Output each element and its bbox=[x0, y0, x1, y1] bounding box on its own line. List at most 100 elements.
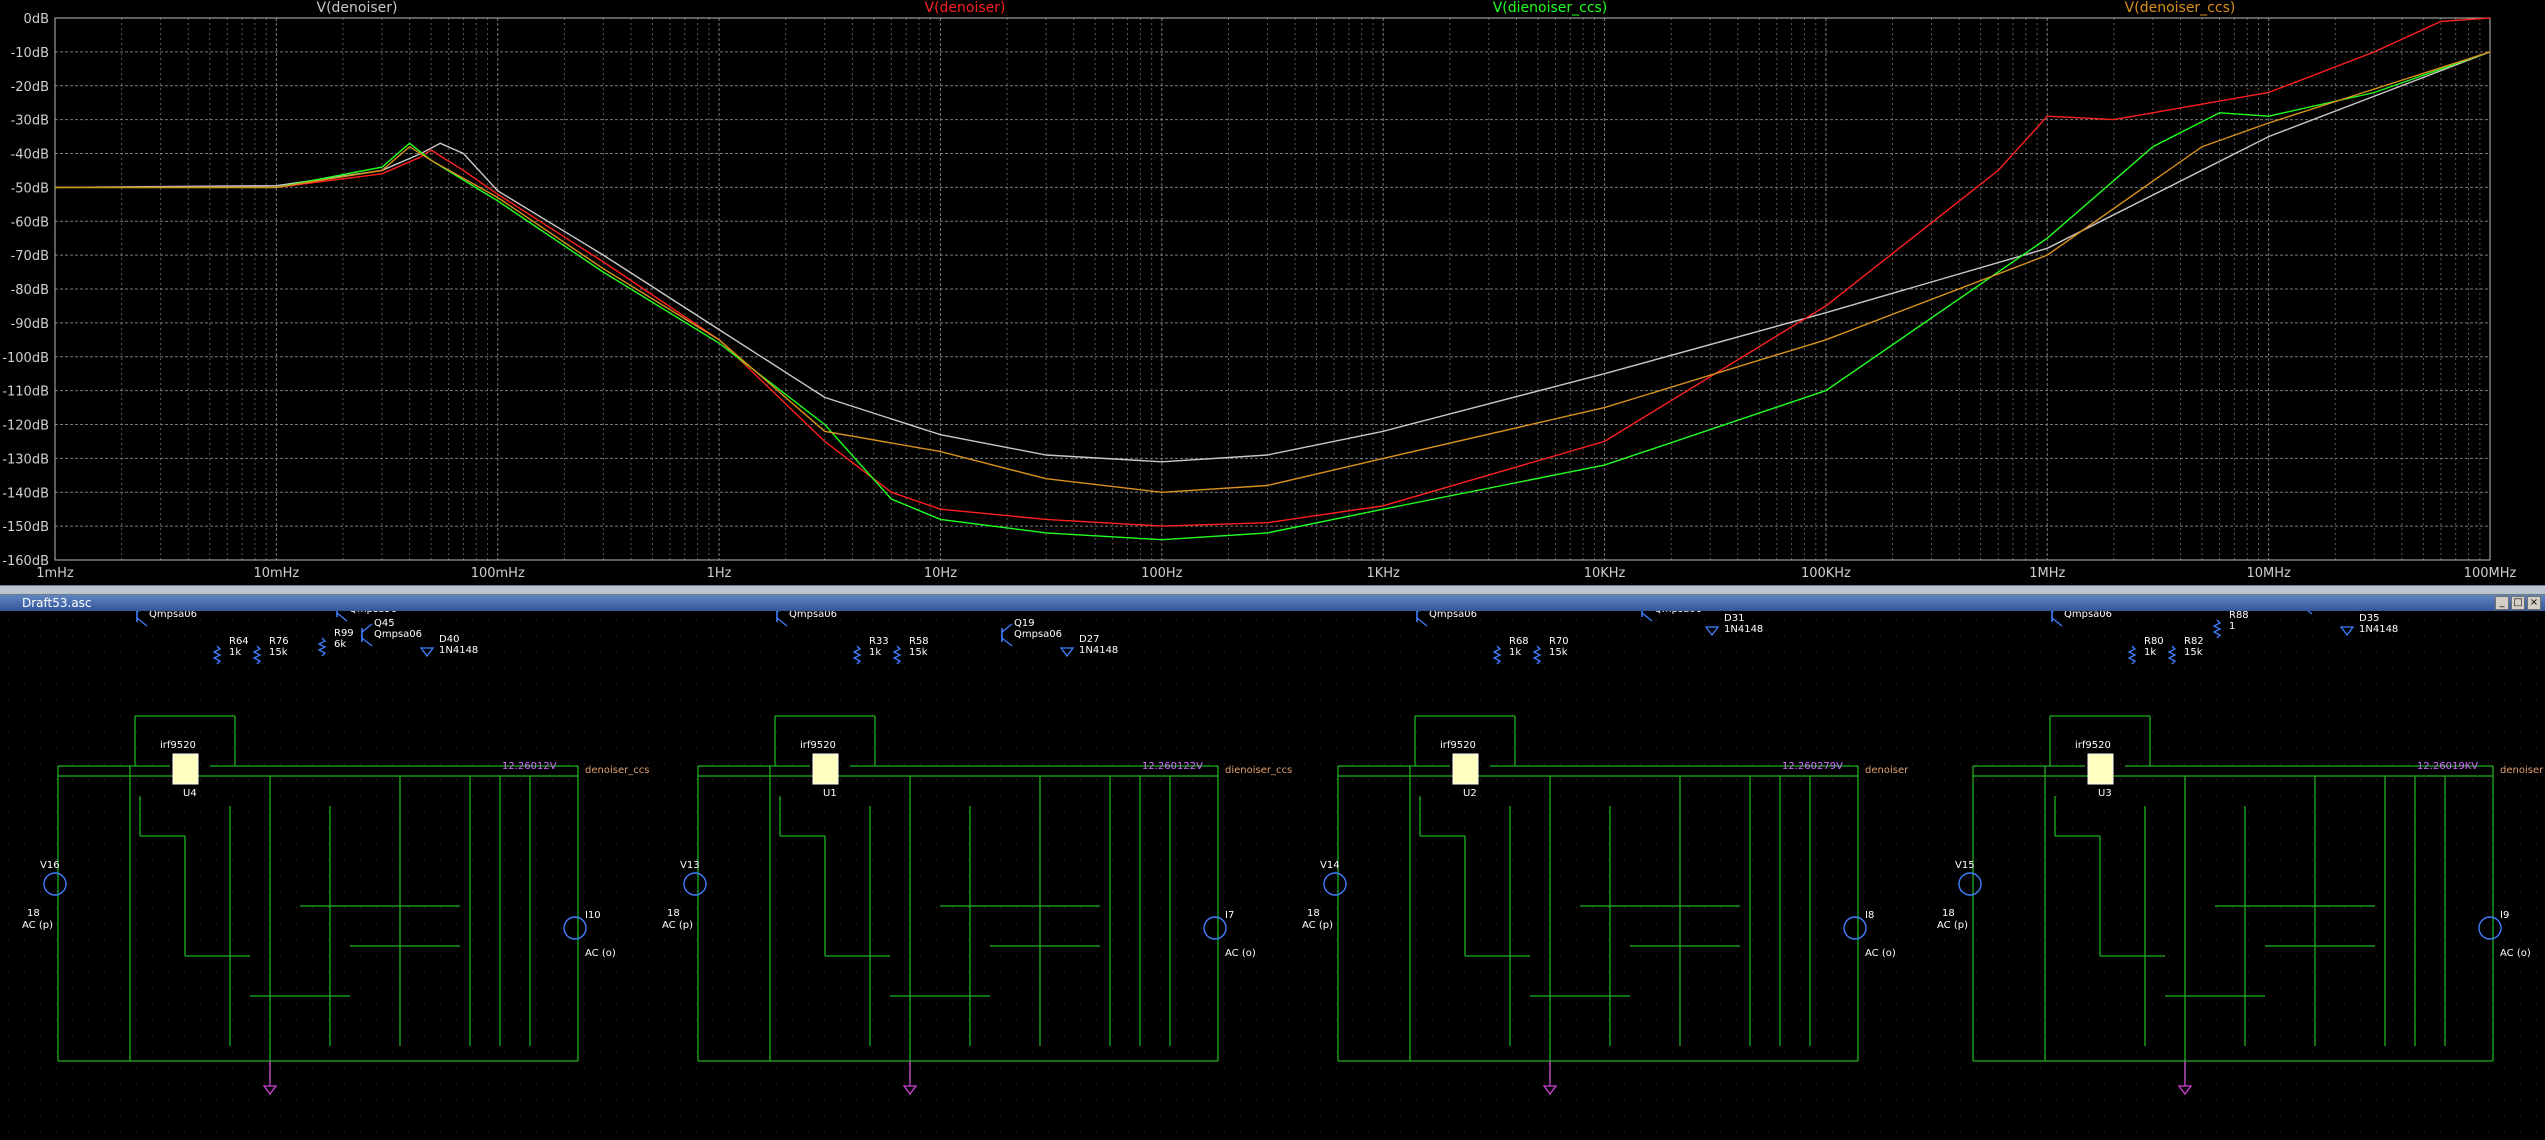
part-Q45[interactable]: Q45Qmpsa06 bbox=[361, 618, 422, 647]
y-tick-label: 0dB bbox=[24, 12, 49, 27]
circuit-4[interactable]: irf9520 U3 V15 18AC (p) I9 AC (o) 12.26019KV de… bbox=[1937, 611, 2544, 1096]
fet-label: irf9520 bbox=[160, 740, 196, 751]
part-R76[interactable]: R7615k bbox=[252, 636, 289, 665]
y-tick-label: -70dB bbox=[11, 249, 49, 264]
x-tick-label: 100KHz bbox=[1801, 566, 1851, 581]
part-Q37[interactable]: Q37Qmpsa06 bbox=[136, 611, 197, 627]
part-ref: R88 bbox=[2229, 611, 2249, 621]
bode-plot[interactable]: 1mHz 10mHz 100mHz 1Hz 10Hz 100Hz 1KHz 10KHz 100K… bbox=[0, 0, 2545, 585]
part-ref: R68 bbox=[1509, 636, 1529, 647]
diode-icon bbox=[1059, 647, 1075, 658]
part-Q19[interactable]: Q19Qmpsa06 bbox=[1001, 618, 1062, 647]
x-tick-label: 10mHz bbox=[253, 566, 299, 581]
voltage-source-icon[interactable] bbox=[683, 872, 707, 896]
part-value: Qmpsa06 bbox=[1429, 611, 1477, 620]
y-tick-label: -90dB bbox=[11, 317, 49, 332]
source-ref: V16 bbox=[40, 860, 60, 871]
current-source-icon[interactable] bbox=[1203, 916, 1227, 940]
voltage-source-icon[interactable] bbox=[1323, 872, 1347, 896]
part-Q42[interactable]: Q42Qmpsa06 bbox=[2051, 611, 2112, 627]
fet-label: irf9520 bbox=[2075, 740, 2111, 751]
source-ac: AC (p) bbox=[1302, 920, 1333, 931]
part-R80[interactable]: R801k bbox=[2127, 636, 2164, 665]
voltage-source-icon[interactable] bbox=[1958, 872, 1982, 896]
part-ref: R64 bbox=[229, 636, 249, 647]
minimize-button[interactable]: _ bbox=[2495, 596, 2509, 610]
schematic-titlebar[interactable]: Draft53.asc _ □ × bbox=[0, 595, 2545, 611]
part-value: 1k bbox=[1509, 647, 1521, 658]
part-value: 1k bbox=[869, 647, 881, 658]
y-tick-label: -80dB bbox=[11, 283, 49, 298]
close-button[interactable]: × bbox=[2527, 596, 2541, 610]
source-value: 18 bbox=[1307, 908, 1320, 919]
x-tick-label: 10MHz bbox=[2246, 566, 2291, 581]
sink-ac: AC (o) bbox=[2500, 948, 2531, 959]
current-source-icon[interactable] bbox=[2478, 916, 2502, 940]
resistor-icon bbox=[2167, 645, 2177, 665]
fet-ref: U2 bbox=[1463, 788, 1477, 799]
y-tick-label: -160dB bbox=[2, 554, 49, 569]
source-ac: AC (p) bbox=[662, 920, 693, 931]
part-ref: R76 bbox=[269, 636, 289, 647]
maximize-button[interactable]: □ bbox=[2511, 596, 2525, 610]
sink-ac: AC (o) bbox=[1865, 948, 1896, 959]
mosfet-U2[interactable] bbox=[1452, 753, 1479, 785]
circuit-1[interactable]: irf9520 U4 V16 18AC (p) I10 AC (o) 12.26012V de… bbox=[22, 611, 649, 1096]
part-D35[interactable]: D351N4148 bbox=[2339, 613, 2398, 637]
part-R88[interactable]: R881 bbox=[2212, 611, 2249, 639]
part-R68[interactable]: R681k bbox=[1492, 636, 1529, 665]
part-R99[interactable]: R996k bbox=[317, 628, 354, 657]
part-value: Qmpsa06 bbox=[149, 611, 197, 620]
part-Q34[interactable]: Q34Qmpsa06 bbox=[776, 611, 837, 627]
y-tick-label: -100dB bbox=[2, 351, 49, 366]
source-ref: V14 bbox=[1320, 860, 1340, 871]
sink-ac: AC (o) bbox=[1225, 948, 1256, 959]
legend-entry-1[interactable]: V(denoiser) bbox=[925, 0, 1006, 16]
legend-entry-3[interactable]: V(denoiser_ccs) bbox=[2125, 0, 2236, 16]
y-tick-label: -110dB bbox=[2, 385, 49, 400]
mosfet-U1[interactable] bbox=[812, 753, 839, 785]
part-R58[interactable]: R5815k bbox=[892, 636, 929, 665]
legend-entry-2[interactable]: V(dienoiser_ccs) bbox=[1493, 0, 1608, 16]
schematic-window[interactable]: Draft53.asc _ □ × irf9520 U4 V16 18 AC (p) I1… bbox=[0, 595, 2545, 1140]
schematic-dot-grid bbox=[8, 619, 2537, 1132]
current-source-icon[interactable] bbox=[1843, 916, 1867, 940]
part-R33[interactable]: R331k bbox=[852, 636, 889, 665]
part-value: Qmpsa06 bbox=[1014, 629, 1062, 640]
waveform-plot-pane[interactable]: 1mHz 10mHz 100mHz 1Hz 10Hz 100Hz 1KHz 10KHz 100K… bbox=[0, 0, 2545, 585]
mosfet-U4[interactable] bbox=[172, 753, 199, 785]
legend-entry-0[interactable]: V(denoiser) bbox=[317, 0, 398, 16]
part-R82[interactable]: R8215k bbox=[2167, 636, 2204, 665]
resistor-icon bbox=[212, 645, 222, 665]
part-D40[interactable]: D401N4148 bbox=[419, 634, 478, 658]
output-net-label: denoiser_ccs bbox=[585, 765, 649, 776]
pane-splitter[interactable] bbox=[0, 585, 2545, 595]
current-source-icon[interactable] bbox=[563, 916, 587, 940]
diode-icon bbox=[1704, 626, 1720, 637]
part-value: Qmpsa06 bbox=[2064, 611, 2112, 620]
part-ref: D35 bbox=[2359, 613, 2379, 624]
part-Q38[interactable]: Q38Qmpsa06 bbox=[1416, 611, 1477, 627]
x-tick-label: 100MHz bbox=[2464, 566, 2517, 581]
voltage-source-icon[interactable] bbox=[43, 872, 67, 896]
part-D31[interactable]: D311N4148 bbox=[1704, 613, 1763, 637]
schematic-canvas[interactable]: irf9520U4V1618AC (p)I10AC (o)12.26012V de… bbox=[0, 611, 2545, 1140]
part-value: Qmpsa06 bbox=[374, 629, 422, 640]
schematic-window-title: Draft53.asc bbox=[22, 596, 92, 610]
part-value: 1N4148 bbox=[1079, 645, 1118, 656]
part-Q40[interactable]: Q40Qmpsa06 bbox=[2302, 611, 2362, 615]
part-ref: R82 bbox=[2184, 636, 2204, 647]
part-ref: Q45 bbox=[374, 618, 395, 629]
y-tick-label: -50dB bbox=[11, 181, 49, 196]
part-R70[interactable]: R7015k bbox=[1532, 636, 1569, 665]
source-ref: V13 bbox=[680, 860, 700, 871]
sink-ref: I10 bbox=[585, 910, 601, 921]
node-voltage: 12.26019KV bbox=[2417, 761, 2478, 772]
y-tick-label: -120dB bbox=[2, 419, 49, 434]
sink-ref: I8 bbox=[1865, 910, 1874, 921]
circuit-3[interactable]: irf9520 U2 V14 18AC (p) I8 AC (o) 12.260279V de… bbox=[1302, 611, 1909, 1096]
circuit-2[interactable]: irf9520 U1 V13 18AC (p) I7 AC (o) 12.260122V di… bbox=[662, 611, 1292, 1096]
mosfet-U3[interactable] bbox=[2087, 753, 2114, 785]
part-D27[interactable]: D271N4148 bbox=[1059, 634, 1118, 658]
part-R64[interactable]: R641k bbox=[212, 636, 249, 665]
